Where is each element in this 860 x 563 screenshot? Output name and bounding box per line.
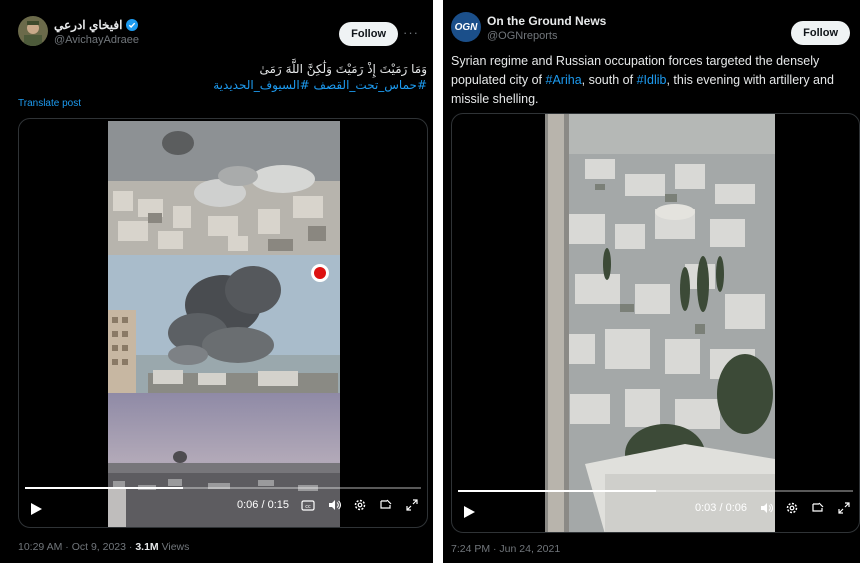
translate-post-link[interactable]: Translate post xyxy=(18,98,81,109)
left-post: افيخاي ادرعي @AvichayAdraee Follow ··· و… xyxy=(0,0,433,563)
video-controls: 0:06 / 0:15 cc xyxy=(19,485,427,527)
post-header: OGN On the Ground News @OGNreports Follo… xyxy=(451,10,850,50)
avatar[interactable] xyxy=(18,16,48,46)
play-icon[interactable] xyxy=(29,502,43,516)
follow-button[interactable]: Follow xyxy=(791,21,850,45)
hashtag-idlib[interactable]: #Idlib xyxy=(637,73,667,87)
settings-gear-icon[interactable] xyxy=(353,498,367,512)
video-frame-smoke-plume xyxy=(108,255,340,393)
video-time: 0:06 / 0:15 xyxy=(237,499,289,511)
captions-icon[interactable]: cc xyxy=(301,498,315,512)
post-timestamp[interactable]: 7:24 PM · Jun 24, 2021 xyxy=(451,543,560,555)
author-handle[interactable]: @AvichayAdraee xyxy=(54,34,139,46)
volume-icon[interactable] xyxy=(759,501,773,515)
post-text: Syrian regime and Russian occupation for… xyxy=(451,52,854,109)
avatar-logo-text: OGN xyxy=(454,21,478,33)
play-icon[interactable] xyxy=(462,505,476,519)
video-progress-bar[interactable] xyxy=(25,487,421,489)
post-text: وَمَا رَمَيْتَ إِذْ رَمَيْتَ وَلَٰكِنَّ … xyxy=(259,62,427,76)
author-handle[interactable]: @OGNreports xyxy=(487,30,606,42)
avatar[interactable]: OGN xyxy=(451,12,481,42)
video-player[interactable]: 0:06 / 0:15 cc xyxy=(18,118,428,528)
volume-icon[interactable] xyxy=(327,498,341,512)
video-frame-city-smoke xyxy=(108,121,340,255)
more-options-icon[interactable]: ··· xyxy=(403,25,419,40)
settings-gear-icon[interactable] xyxy=(785,501,799,515)
svg-text:cc: cc xyxy=(305,504,311,510)
video-time: 0:03 / 0:06 xyxy=(695,502,747,514)
picture-in-picture-icon[interactable] xyxy=(379,498,393,512)
picture-in-picture-icon[interactable] xyxy=(811,501,825,515)
post-footer: 10:29 AM · Oct 9, 2023 · 3.1M Views xyxy=(18,541,189,553)
follow-button[interactable]: Follow xyxy=(339,22,398,46)
fullscreen-icon[interactable] xyxy=(405,498,419,512)
post-hashtags[interactable]: #حماس_تحت_القصف #السيوف_الحديدية xyxy=(18,78,427,92)
post-text-part: , south of xyxy=(581,73,637,87)
author-name[interactable]: On the Ground News xyxy=(487,14,606,28)
panel-divider xyxy=(433,0,443,563)
video-progress-fill xyxy=(25,487,184,489)
views-count: 3.1M xyxy=(135,541,159,553)
post-header: افيخاي ادرعي @AvichayAdraee Follow ··· xyxy=(18,14,423,54)
post-footer: 7:24 PM · Jun 24, 2021 xyxy=(451,543,560,555)
video-progress-fill xyxy=(458,490,656,492)
hashtag-ariha[interactable]: #Ariha xyxy=(546,73,582,87)
author-name[interactable]: افيخاي ادرعي xyxy=(54,18,122,32)
verified-badge-icon xyxy=(126,19,139,31)
video-progress-bar[interactable] xyxy=(458,490,853,492)
video-frame-hillside-city xyxy=(545,114,775,532)
video-controls: 0:03 / 0:06 xyxy=(452,488,859,532)
post-timestamp[interactable]: 10:29 AM · Oct 9, 2023 · xyxy=(18,541,135,553)
video-player[interactable]: 0:03 / 0:06 xyxy=(451,113,860,533)
fullscreen-icon[interactable] xyxy=(837,501,851,515)
views-label: Views xyxy=(158,541,190,553)
right-post: OGN On the Ground News @OGNreports Follo… xyxy=(443,0,860,563)
